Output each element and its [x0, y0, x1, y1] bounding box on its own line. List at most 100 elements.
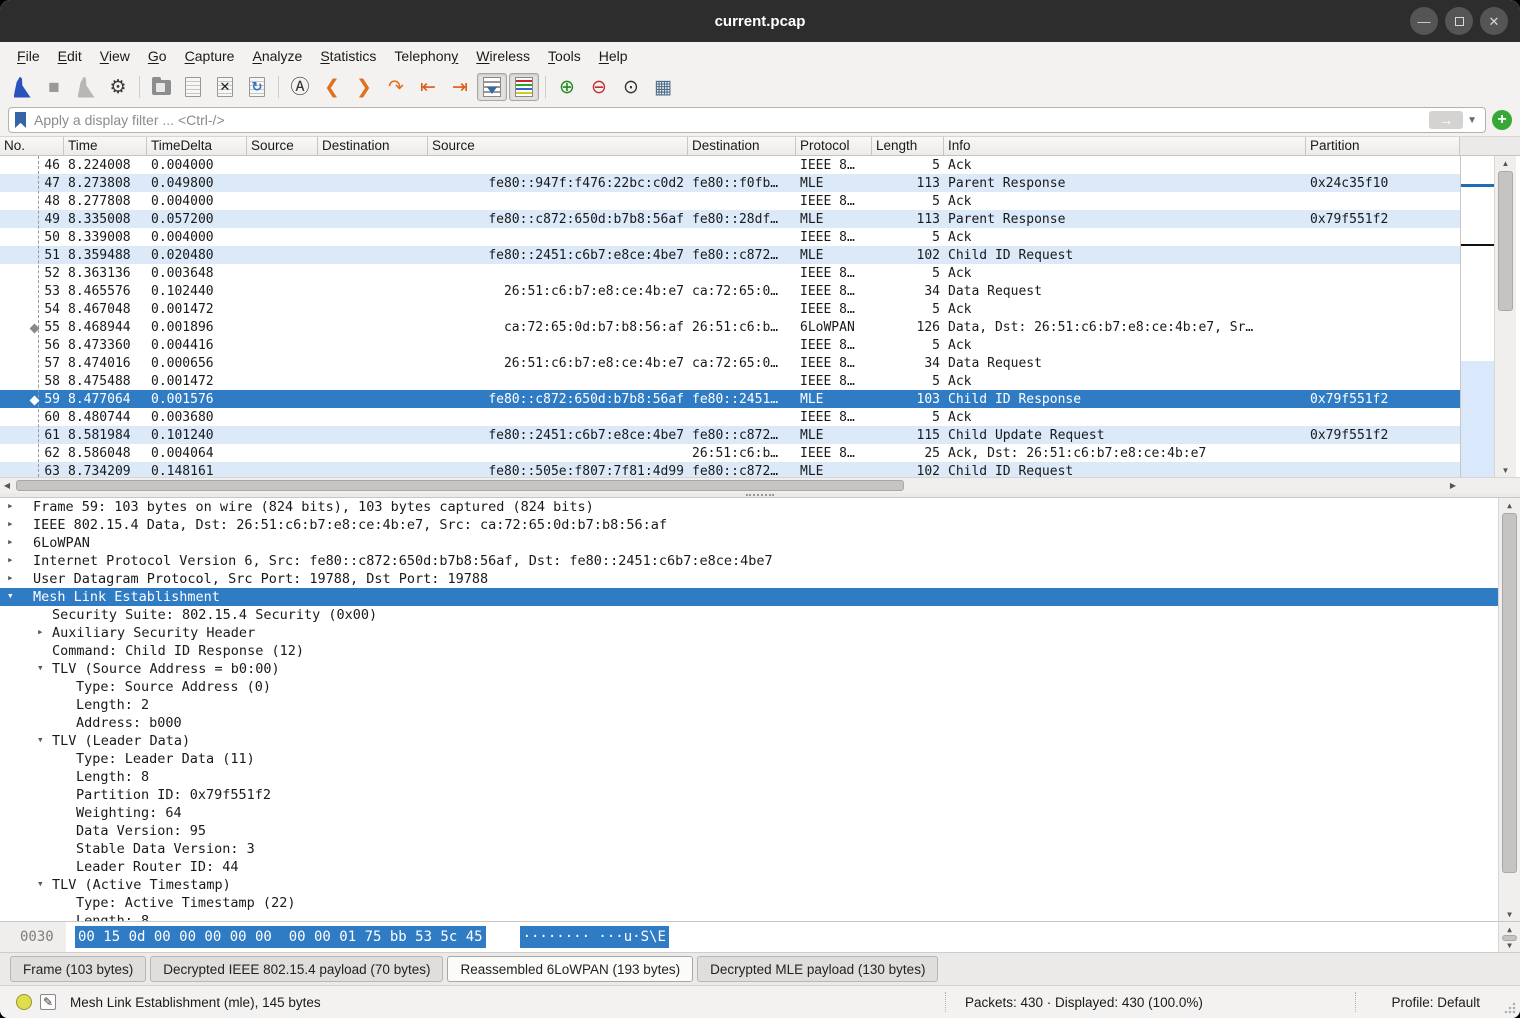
column-header-destination[interactable]: Destination: [688, 137, 796, 155]
resize-grip[interactable]: [1504, 1002, 1516, 1014]
packet-row-59[interactable]: 598.4770640.001576fe80::c872:650d:b7b8:5…: [0, 390, 1460, 408]
filter-dropdown-icon[interactable]: ▼: [1463, 115, 1481, 126]
packet-row-53[interactable]: 538.4655760.10244026:51:c6:b7:e8:ce:4b:e…: [0, 282, 1460, 300]
display-filter-box[interactable]: → ▼: [8, 107, 1486, 133]
packet-row-56[interactable]: 568.4733600.004416IEEE 8…5Ack: [0, 336, 1460, 354]
column-header-time[interactable]: Time: [64, 137, 147, 155]
apply-filter-icon[interactable]: →: [1429, 111, 1463, 129]
detail-row[interactable]: Security Suite: 802.15.4 Security (0x00): [0, 606, 1520, 624]
packet-row-50[interactable]: 508.3390080.004000IEEE 8…5Ack: [0, 228, 1460, 246]
expand-icon[interactable]: ▸: [37, 625, 44, 638]
reload-file-icon[interactable]: ↻: [242, 73, 272, 101]
packet-row-60[interactable]: 608.4807440.003680IEEE 8…5Ack: [0, 408, 1460, 426]
packet-row-57[interactable]: 578.4740160.00065626:51:c6:b7:e8:ce:4b:e…: [0, 354, 1460, 372]
detail-row[interactable]: Address: b000: [0, 714, 1520, 732]
expand-icon[interactable]: ▸: [7, 571, 14, 584]
hex-ascii-selected[interactable]: ········ ···u·S\E: [520, 926, 669, 948]
packet-list-hscrollbar[interactable]: ◀ ▶: [0, 477, 1520, 493]
detail-row[interactable]: ▸Frame 59: 103 bytes on wire (824 bits),…: [0, 498, 1520, 516]
open-file-icon[interactable]: [146, 73, 176, 101]
menu-help[interactable]: Help: [590, 45, 637, 67]
expand-icon[interactable]: ▸: [7, 553, 14, 566]
find-packet-icon[interactable]: Ⓐ: [285, 73, 315, 101]
add-filter-button-icon[interactable]: +: [1492, 110, 1512, 130]
column-header-source[interactable]: Source: [428, 137, 688, 155]
detail-row[interactable]: Length: 8: [0, 768, 1520, 786]
close-file-icon[interactable]: ✕: [210, 73, 240, 101]
detail-row[interactable]: Partition ID: 0x79f551f2: [0, 786, 1520, 804]
hex-bytes-selected[interactable]: 00 15 0d 00 00 00 00 00 00 00 01 75 bb 5…: [75, 926, 486, 948]
menu-view[interactable]: View: [91, 45, 139, 67]
column-header-source[interactable]: Source: [247, 137, 318, 155]
menu-tools[interactable]: Tools: [539, 45, 590, 67]
menu-telephony[interactable]: Telephony: [385, 45, 467, 67]
detail-row[interactable]: ▸IEEE 802.15.4 Data, Dst: 26:51:c6:b7:e8…: [0, 516, 1520, 534]
collapse-icon[interactable]: ▾: [7, 589, 14, 602]
detail-row[interactable]: ▾TLV (Active Timestamp): [0, 876, 1520, 894]
packet-row-63[interactable]: 638.7342090.148161fe80::505e:f807:7f81:4…: [0, 462, 1460, 477]
menu-analyze[interactable]: Analyze: [243, 45, 311, 67]
profile-info[interactable]: Profile: Default: [1391, 995, 1480, 1010]
capture-comment-icon[interactable]: ✎: [40, 994, 56, 1010]
collapse-icon[interactable]: ▾: [37, 877, 44, 890]
menu-wireless[interactable]: Wireless: [467, 45, 539, 67]
packet-row-54[interactable]: 548.4670480.001472IEEE 8…5Ack: [0, 300, 1460, 318]
packet-row-55[interactable]: 558.4689440.001896ca:72:65:0d:b7:b8:56:a…: [0, 318, 1460, 336]
auto-scroll-icon[interactable]: [477, 73, 507, 101]
detail-row[interactable]: Stable Data Version: 3: [0, 840, 1520, 858]
expert-info-icon[interactable]: [16, 994, 32, 1010]
scroll-up-icon[interactable]: ▲: [1499, 498, 1520, 512]
menu-go[interactable]: Go: [139, 45, 176, 67]
detail-row[interactable]: Leader Router ID: 44: [0, 858, 1520, 876]
packet-row-61[interactable]: 618.5819840.101240fe80::2451:c6b7:e8ce:4…: [0, 426, 1460, 444]
packet-row-51[interactable]: 518.3594880.020480fe80::2451:c6b7:e8ce:4…: [0, 246, 1460, 264]
scroll-up-icon[interactable]: ▲: [1495, 156, 1516, 170]
display-filter-input[interactable]: [32, 111, 1429, 129]
first-packet-icon[interactable]: ⇤: [413, 73, 443, 101]
byte-tab-decrypted-ieee-802-15-4-payload-70-bytes[interactable]: Decrypted IEEE 802.15.4 payload (70 byte…: [150, 956, 443, 982]
column-header-protocol[interactable]: Protocol: [796, 137, 872, 155]
detail-row[interactable]: Command: Child ID Response (12): [0, 642, 1520, 660]
close-icon[interactable]: ✕: [1480, 7, 1508, 35]
save-file-icon[interactable]: [178, 73, 208, 101]
go-to-packet-icon[interactable]: ↷: [381, 73, 411, 101]
column-header-info[interactable]: Info: [944, 137, 1306, 155]
packet-list-vscrollbar[interactable]: ▲ ▼: [1494, 156, 1516, 477]
capture-options-icon[interactable]: ⚙: [103, 73, 133, 101]
filter-bookmark-icon[interactable]: [15, 112, 26, 128]
detail-row[interactable]: Data Version: 95: [0, 822, 1520, 840]
scroll-down-icon[interactable]: ▼: [1499, 938, 1520, 952]
packet-bytes-pane[interactable]: 0030 00 15 0d 00 00 00 00 00 00 00 01 75…: [0, 921, 1520, 952]
menu-statistics[interactable]: Statistics: [311, 45, 385, 67]
zoom-in-icon[interactable]: ⊕: [552, 73, 582, 101]
next-packet-icon[interactable]: ❯: [349, 73, 379, 101]
scroll-down-icon[interactable]: ▼: [1495, 463, 1516, 477]
details-vscrollbar[interactable]: ▲ ▼: [1498, 498, 1520, 921]
detail-row[interactable]: Length: 8: [0, 912, 1520, 921]
column-header-destination[interactable]: Destination: [318, 137, 428, 155]
packet-row-47[interactable]: 478.2738080.049800fe80::947f:f476:22bc:c…: [0, 174, 1460, 192]
detail-row[interactable]: ▾TLV (Leader Data): [0, 732, 1520, 750]
scroll-down-icon[interactable]: ▼: [1499, 907, 1520, 921]
packet-row-46[interactable]: 468.2240080.004000IEEE 8…5Ack: [0, 156, 1460, 174]
menu-edit[interactable]: Edit: [49, 45, 91, 67]
minimize-icon[interactable]: —: [1410, 7, 1438, 35]
scroll-up-icon[interactable]: ▲: [1499, 922, 1520, 936]
previous-packet-icon[interactable]: ❮: [317, 73, 347, 101]
column-header-no[interactable]: No.: [0, 137, 64, 155]
byte-tab-decrypted-mle-payload-130-bytes[interactable]: Decrypted MLE payload (130 bytes): [697, 956, 938, 982]
zoom-original-icon[interactable]: ⊙: [616, 73, 646, 101]
packet-row-62[interactable]: 628.5860480.00406426:51:c6:b…IEEE 8…25Ac…: [0, 444, 1460, 462]
expand-icon[interactable]: ▸: [7, 535, 14, 548]
byte-tab-reassembled-6lowpan-193-bytes[interactable]: Reassembled 6LoWPAN (193 bytes): [447, 956, 693, 982]
packet-row-48[interactable]: 488.2778080.004000IEEE 8…5Ack: [0, 192, 1460, 210]
expand-icon[interactable]: ▸: [7, 517, 14, 530]
restart-capture-icon[interactable]: [71, 73, 101, 101]
detail-row[interactable]: ▸Auxiliary Security Header: [0, 624, 1520, 642]
titlebar[interactable]: current.pcap — ✕: [0, 0, 1520, 42]
colorize-icon[interactable]: [509, 73, 539, 101]
detail-row[interactable]: Weighting: 64: [0, 804, 1520, 822]
detail-row[interactable]: Type: Source Address (0): [0, 678, 1520, 696]
column-header-timedelta[interactable]: TimeDelta: [147, 137, 247, 155]
packet-list-vthumb[interactable]: [1498, 171, 1513, 311]
